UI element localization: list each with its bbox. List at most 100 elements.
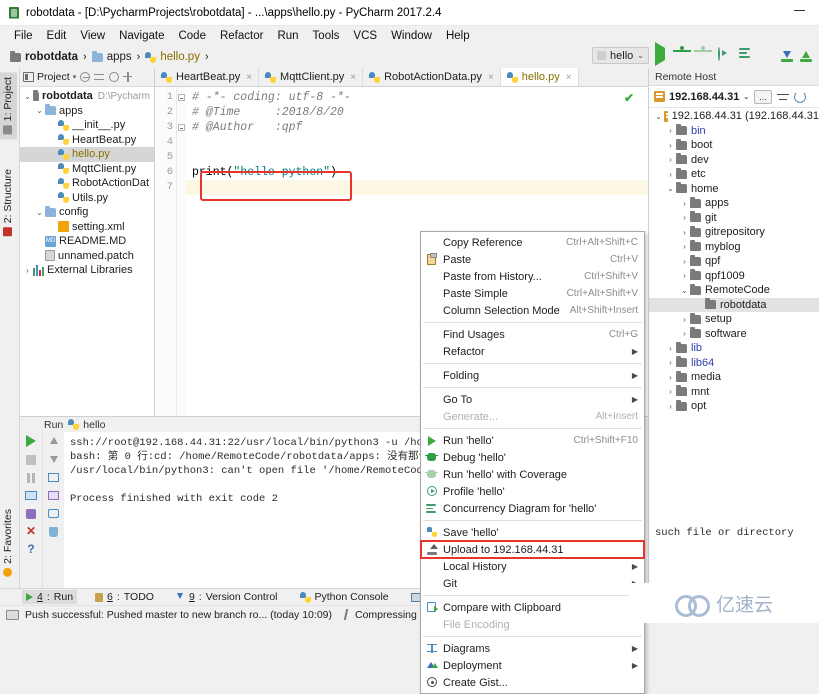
menu-view[interactable]: View	[73, 28, 112, 44]
menu-item-upload-to-host[interactable]: Upload to 192.168.44.31	[420, 540, 645, 559]
remote-node-mnt[interactable]: › mnt	[649, 385, 819, 400]
vcs-commit-button[interactable]	[800, 50, 813, 63]
menu-help[interactable]: Help	[439, 28, 477, 44]
chevron-right-icon[interactable]: ›	[665, 141, 676, 150]
chevron-right-icon[interactable]: ›	[665, 358, 676, 367]
menu-vcs[interactable]: VCS	[346, 28, 384, 44]
menu-item-concurrency-diagram[interactable]: Concurrency Diagram for 'hello'	[421, 500, 644, 517]
tree-node-hello-py[interactable]: hello.py	[20, 147, 154, 162]
tab-todo[interactable]: 6: TODO	[91, 590, 158, 604]
menu-item-find-usages[interactable]: Find Usages Ctrl+G	[421, 326, 644, 343]
remote-node-remotecode[interactable]: ⌄ RemoteCode	[649, 283, 819, 298]
menu-item-debug-hello[interactable]: Debug 'hello'	[421, 449, 644, 466]
sidebar-item-favorites[interactable]: 2: Favorites	[0, 504, 17, 582]
align-icon[interactable]	[776, 91, 789, 103]
menu-item-create-gist[interactable]: Create Gist...	[421, 674, 644, 691]
remote-node-lib[interactable]: › lib	[649, 341, 819, 356]
scroll-from-source-icon[interactable]	[123, 71, 134, 83]
menu-window[interactable]: Window	[384, 28, 439, 44]
sidebar-item-structure[interactable]: 2: Structure	[0, 164, 17, 241]
tab-run[interactable]: 4: Run	[22, 590, 78, 604]
console-view-icon[interactable]	[24, 489, 38, 503]
pin-icon[interactable]	[24, 507, 38, 521]
event-log-icon[interactable]	[6, 609, 19, 620]
remote-node-setup[interactable]: › setup	[649, 312, 819, 327]
chevron-right-icon[interactable]: ›	[665, 155, 676, 164]
menu-file[interactable]: File	[7, 28, 40, 44]
chevron-down-icon[interactable]: ⌄	[34, 106, 45, 115]
remote-node-boot[interactable]: › boot	[649, 138, 819, 153]
tree-node-heartbeat-py[interactable]: HeartBeat.py	[20, 133, 154, 148]
tab-version-control[interactable]: 9: Version Control	[172, 590, 282, 604]
menu-item-diagrams[interactable]: Diagrams ▶	[421, 640, 644, 657]
browse-button[interactable]: ...	[754, 89, 772, 104]
menu-item-compare-with-clipboard[interactable]: Compare with Clipboard	[421, 599, 644, 616]
status-message[interactable]: Push successful: Pushed master to new br…	[25, 609, 332, 621]
chevron-right-icon[interactable]: ›	[679, 271, 690, 280]
pause-icon[interactable]	[24, 471, 38, 485]
remote-node-git[interactable]: › git	[649, 211, 819, 226]
scroll-up-icon[interactable]	[47, 435, 61, 449]
chevron-right-icon[interactable]: ›	[679, 228, 690, 237]
code-folding-gutter[interactable]	[177, 87, 186, 416]
chevron-down-icon[interactable]: ⌄	[34, 208, 45, 217]
chevron-right-icon[interactable]: ›	[665, 402, 676, 411]
menu-item-profile-hello[interactable]: Profile 'hello'	[421, 483, 644, 500]
tree-node-init-py[interactable]: __init__.py	[20, 118, 154, 133]
chevron-right-icon[interactable]: ›	[665, 373, 676, 382]
remote-node-media[interactable]: › media	[649, 370, 819, 385]
remote-node-apps[interactable]: › apps	[649, 196, 819, 211]
soft-wrap-icon[interactable]	[47, 471, 61, 485]
remote-node-myblog[interactable]: › myblog	[649, 240, 819, 255]
run-button[interactable]	[655, 42, 670, 66]
tree-node-apps[interactable]: ⌄ apps	[20, 104, 154, 119]
chevron-down-icon[interactable]: ⌄	[22, 92, 33, 101]
menu-code[interactable]: Code	[171, 28, 213, 44]
tab-heartbeat-py[interactable]: HeartBeat.py ×	[155, 68, 260, 86]
menu-item-paste-simple[interactable]: Paste Simple Ctrl+Alt+Shift+V	[421, 285, 644, 302]
remote-node-lib64[interactable]: › lib64	[649, 356, 819, 371]
chevron-right-icon[interactable]: ›	[679, 213, 690, 222]
tab-mqttclient-py[interactable]: MqttClient.py ×	[259, 68, 364, 86]
breadcrumb-hello-py[interactable]: hello.py	[142, 50, 203, 64]
chevron-right-icon[interactable]: ›	[665, 344, 676, 353]
tree-node-mqttclient-py[interactable]: MqttClient.py	[20, 162, 154, 177]
editor-context-menu[interactable]: Copy Reference Ctrl+Alt+Shift+C Paste Ctrl…	[420, 231, 645, 694]
tree-node-robotdata[interactable]: ⌄ robotdata D:\Pycharm	[20, 89, 154, 104]
stop-button[interactable]	[760, 48, 775, 63]
close-icon[interactable]: ✕	[24, 525, 38, 539]
minimize-button[interactable]	[794, 10, 805, 11]
clear-all-icon[interactable]	[47, 525, 61, 539]
tree-node-external-libraries[interactable]: › External Libraries	[20, 263, 154, 278]
menu-item-paste[interactable]: Paste Ctrl+V	[421, 251, 644, 268]
menu-item-copy-reference[interactable]: Copy Reference Ctrl+Alt+Shift+C	[421, 234, 644, 251]
menu-refactor[interactable]: Refactor	[213, 28, 270, 44]
chevron-down-icon[interactable]: ⌄	[665, 184, 676, 193]
chevron-right-icon[interactable]: ›	[679, 257, 690, 266]
console-config-tab[interactable]: hello	[68, 419, 105, 431]
tree-node-robotactiondata-py[interactable]: RobotActionDat	[20, 176, 154, 191]
remote-node-dev[interactable]: › dev	[649, 153, 819, 168]
menu-tools[interactable]: Tools	[306, 28, 347, 44]
menu-item-save-hello[interactable]: Save 'hello'	[421, 524, 644, 541]
rerun-icon[interactable]	[24, 435, 38, 449]
menu-item-go-to[interactable]: Go To ▶	[421, 391, 644, 408]
tab-hello-py[interactable]: hello.py ×	[500, 68, 579, 86]
menu-item-git[interactable]: Git▶	[421, 575, 644, 592]
concurrency-diagram-button[interactable]	[739, 48, 754, 63]
run-with-coverage-button[interactable]	[697, 48, 712, 63]
chevron-down-icon[interactable]: ⌄	[679, 286, 690, 295]
menu-item-deployment[interactable]: Deployment ▶	[421, 657, 644, 674]
close-icon[interactable]: ×	[566, 72, 572, 83]
breadcrumb-apps[interactable]: apps	[89, 50, 135, 64]
remote-node-home[interactable]: ⌄ home	[649, 182, 819, 197]
tab-robotactiondata-py[interactable]: RobotActionData.py ×	[363, 68, 501, 86]
fold-marker-icon[interactable]	[178, 124, 185, 131]
close-icon[interactable]: ×	[246, 72, 252, 83]
remote-node-qpf[interactable]: › qpf	[649, 254, 819, 269]
menu-item-run-hello[interactable]: Run 'hello' Ctrl+Shift+F10	[421, 432, 644, 449]
menu-run[interactable]: Run	[270, 28, 305, 44]
menu-item-column-selection-mode[interactable]: Column Selection Mode Alt+Shift+Insert	[421, 302, 644, 319]
project-panel-title[interactable]: Project ▾	[23, 71, 76, 83]
scroll-to-end-icon[interactable]	[47, 489, 61, 503]
